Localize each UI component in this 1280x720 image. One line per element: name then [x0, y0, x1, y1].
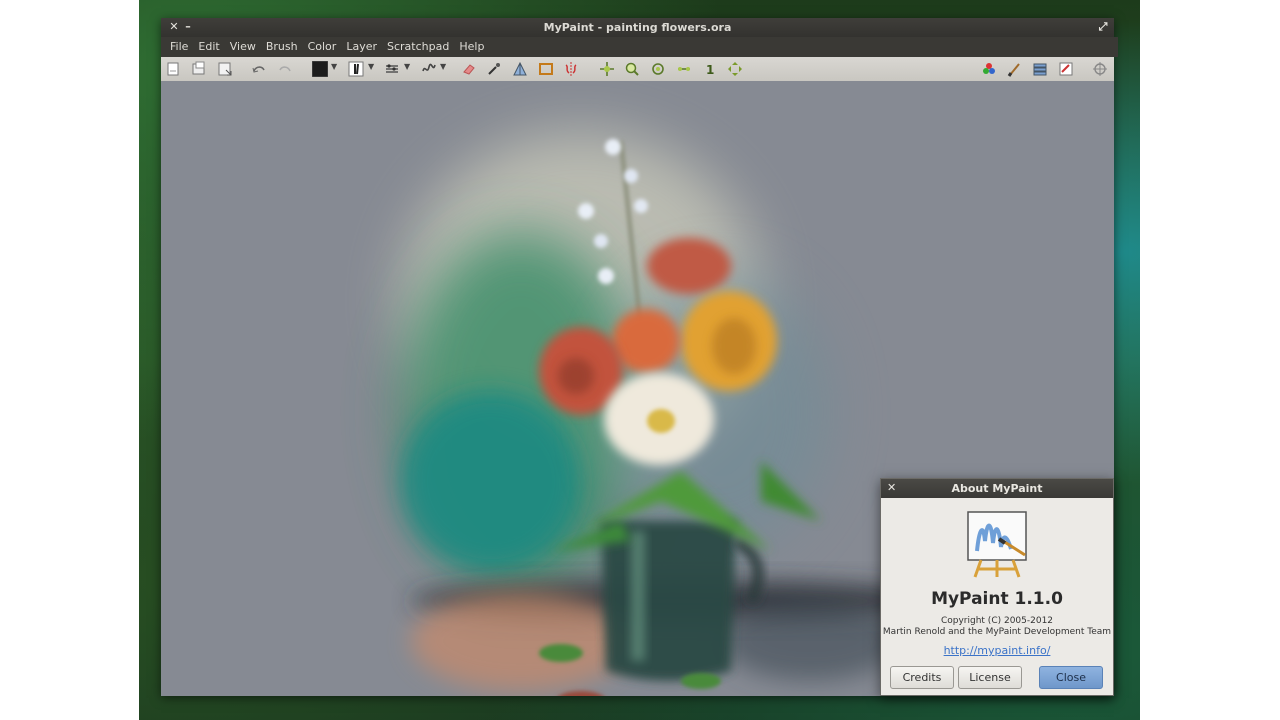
window-title: MyPaint - painting flowers.ora: [543, 21, 732, 34]
copyright-line-2: Martin Renold and the MyPaint Developmen…: [882, 627, 1112, 637]
color-palette-icon[interactable]: [980, 60, 998, 78]
fit-view-icon[interactable]: [726, 60, 744, 78]
minimize-icon[interactable]: –: [181, 20, 195, 34]
menu-brush[interactable]: Brush: [261, 37, 303, 57]
credits-button[interactable]: Credits: [890, 666, 954, 689]
menu-bar: File Edit View Brush Color Layer Scratch…: [161, 37, 1118, 57]
zoom-icon[interactable]: [623, 60, 641, 78]
about-dialog: ✕ About MyPaint MyPaint 1.1.0 Copyright …: [880, 478, 1114, 696]
about-dialog-title: About MyPaint: [951, 482, 1043, 495]
toolbar: ▼ ▼ ▼ ▼ 1: [161, 57, 1114, 82]
dab-settings-icon[interactable]: [383, 60, 401, 78]
frame-icon[interactable]: [537, 60, 555, 78]
brush-settings-icon[interactable]: [347, 60, 365, 78]
menu-scratchpad[interactable]: Scratchpad: [382, 37, 454, 57]
chevron-down-icon[interactable]: ▼: [440, 62, 446, 71]
close-icon[interactable]: ✕: [887, 481, 896, 494]
brush-library-icon[interactable]: [1006, 60, 1024, 78]
menu-file[interactable]: File: [165, 37, 193, 57]
flip-icon[interactable]: [675, 60, 693, 78]
eyedropper-icon[interactable]: [485, 60, 503, 78]
new-document-icon[interactable]: [164, 60, 182, 78]
fill-icon[interactable]: [511, 60, 529, 78]
undo-icon[interactable]: [250, 60, 268, 78]
eraser-icon[interactable]: [460, 60, 478, 78]
mypaint-logo-icon: [967, 511, 1027, 579]
maximize-icon[interactable]: ⤢: [1096, 20, 1110, 34]
menu-view[interactable]: View: [225, 37, 261, 57]
save-document-icon[interactable]: [216, 60, 234, 78]
menu-color[interactable]: Color: [303, 37, 342, 57]
open-document-icon[interactable]: [190, 60, 208, 78]
scratchpad-icon[interactable]: [1057, 60, 1075, 78]
menu-help[interactable]: Help: [454, 37, 489, 57]
redo-icon[interactable]: [276, 60, 294, 78]
close-button[interactable]: Close: [1039, 666, 1103, 689]
menu-layer[interactable]: Layer: [341, 37, 382, 57]
layer-move-icon[interactable]: 1: [700, 60, 718, 78]
copyright-text: Copyright (C) 2005-2012 Martin Renold an…: [881, 616, 1113, 638]
close-icon[interactable]: ✕: [167, 20, 181, 34]
about-dialog-titlebar: ✕ About MyPaint: [881, 479, 1113, 498]
stroke-settings-icon[interactable]: [420, 60, 438, 78]
layers-icon[interactable]: [1031, 60, 1049, 78]
window-titlebar: ✕ – MyPaint - painting flowers.ora ⤢: [161, 18, 1114, 37]
license-button[interactable]: License: [958, 666, 1022, 689]
chevron-down-icon[interactable]: ▼: [404, 62, 410, 71]
svg-text:1: 1: [706, 63, 714, 77]
menu-edit[interactable]: Edit: [193, 37, 224, 57]
settings-crosshair-icon[interactable]: [1091, 60, 1109, 78]
chevron-down-icon[interactable]: ▼: [331, 62, 337, 71]
symmetry-icon[interactable]: [562, 60, 580, 78]
rotate-icon[interactable]: [649, 60, 667, 78]
chevron-down-icon[interactable]: ▼: [368, 62, 374, 71]
color-swatch-icon[interactable]: [311, 60, 329, 78]
app-name: MyPaint 1.1.0: [931, 589, 1063, 609]
website-link[interactable]: http://mypaint.info/: [881, 644, 1113, 657]
copyright-line-1: Copyright (C) 2005-2012: [940, 616, 1054, 626]
pan-icon[interactable]: [598, 60, 616, 78]
